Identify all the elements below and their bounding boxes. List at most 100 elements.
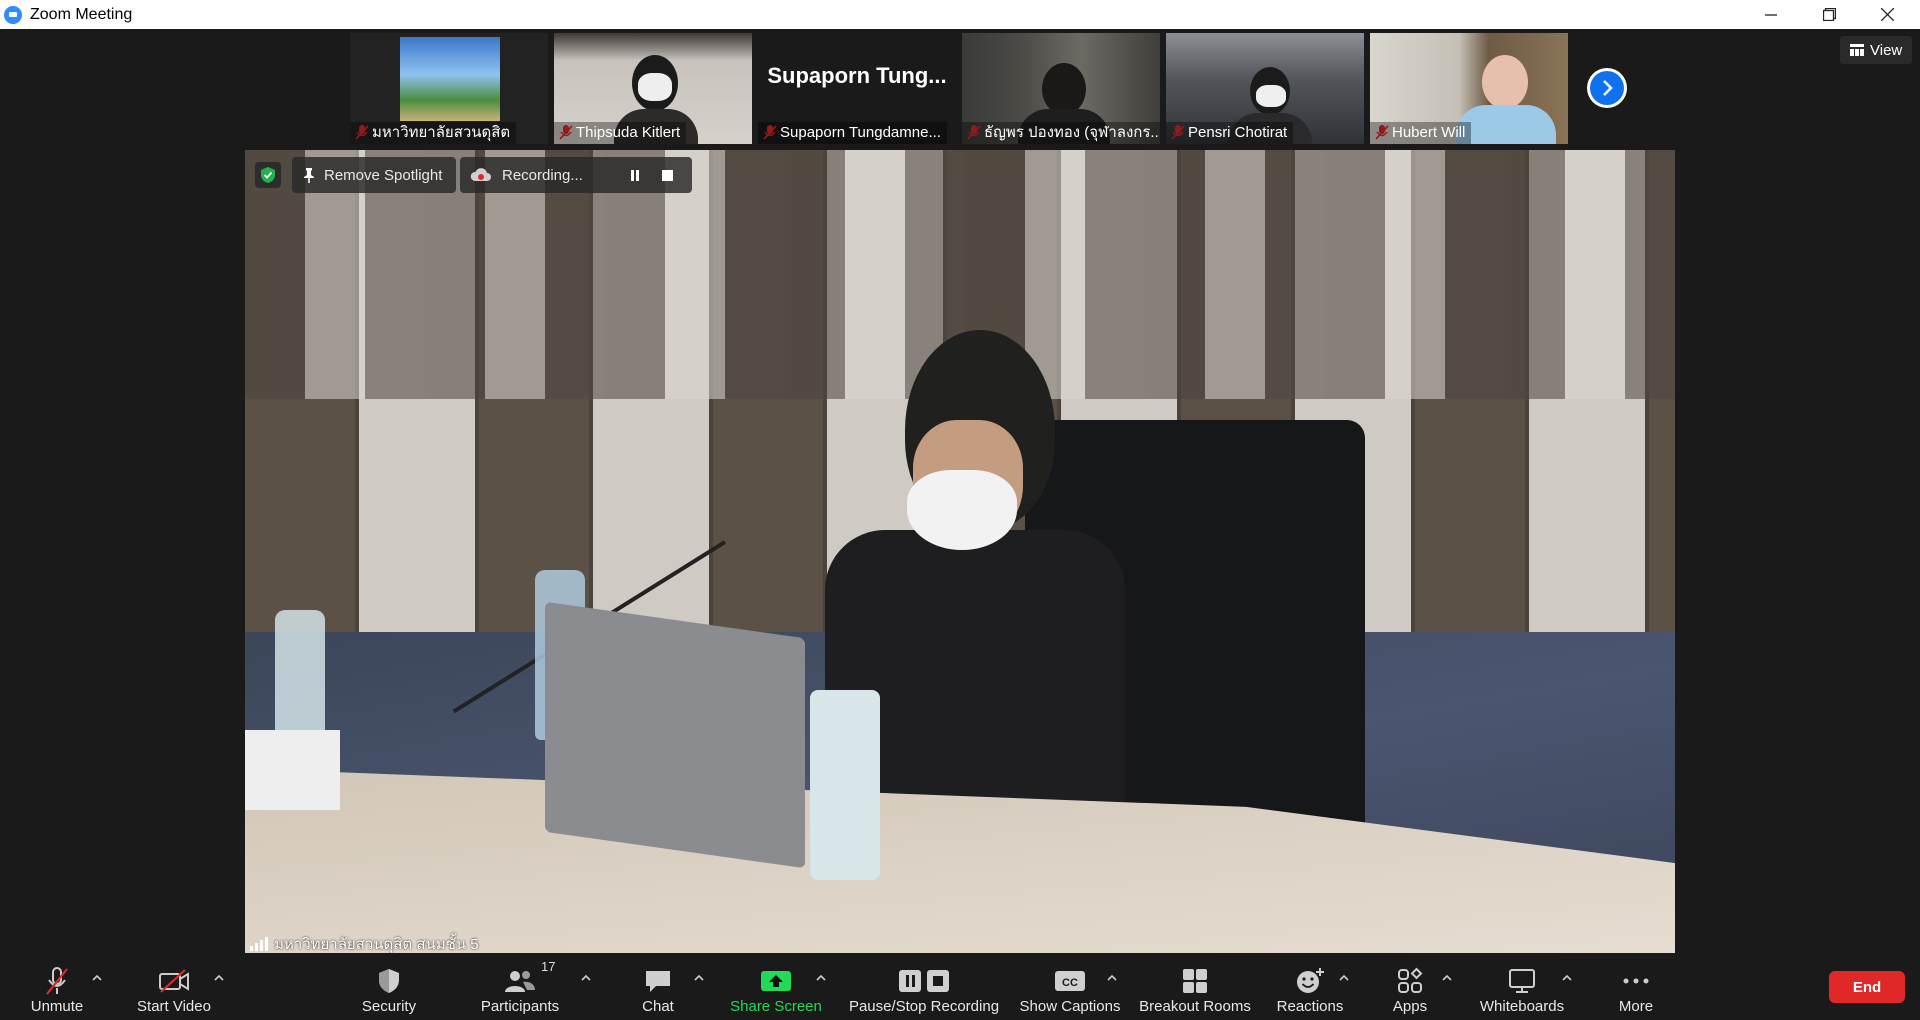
recording-label: Recording... — [502, 166, 583, 184]
participant-name: Pensri Chotirat — [1166, 122, 1294, 144]
remove-spotlight-label: Remove Spotlight — [324, 166, 443, 184]
participant-name: ธัญพร ปองทอง (จุฬาลงกร... — [962, 122, 1160, 144]
view-label: View — [1870, 41, 1903, 59]
chat-options-caret-icon[interactable] — [692, 971, 706, 985]
spotlight-video[interactable] — [245, 150, 1675, 953]
pin-icon — [304, 168, 314, 183]
participant-name: มหาวิทยาลัยสวนดุสิต — [350, 122, 517, 144]
whiteboards-label: Whiteboards — [1479, 998, 1565, 1015]
more-button[interactable]: More — [1614, 953, 1658, 1020]
apps-label: Apps — [1392, 998, 1428, 1015]
close-icon — [1880, 8, 1894, 21]
chat-button[interactable]: Chat — [636, 953, 680, 1020]
pause-stop-recording-icon — [899, 970, 949, 992]
reactions-emoji-icon — [1297, 968, 1324, 993]
participant-head — [1042, 63, 1086, 115]
share-screen-icon — [761, 971, 791, 991]
share-screen-label: Share Screen — [730, 998, 822, 1015]
closed-captions-icon: CC — [1055, 971, 1085, 991]
share-screen-button[interactable]: Share Screen — [726, 953, 826, 1020]
show-captions-button[interactable]: CC Show Captions — [1018, 953, 1122, 1020]
participant-image — [400, 37, 500, 121]
participant-tile[interactable]: Supaporn Tung... Supaporn Tungdamne... — [758, 33, 956, 144]
security-shield-icon — [379, 969, 399, 993]
participant-tile[interactable]: Thipsuda Kitlert — [554, 33, 752, 144]
chat-label: Chat — [642, 998, 674, 1015]
whiteboards-options-caret-icon[interactable] — [1560, 971, 1574, 985]
video-nameplate — [245, 730, 340, 810]
pause-recording-button[interactable] — [625, 165, 645, 185]
zoom-logo-icon — [4, 5, 22, 24]
recording-indicator: Recording... — [460, 157, 692, 193]
unmute-button[interactable]: Unmute — [26, 953, 88, 1020]
stop-icon — [661, 169, 673, 181]
unmute-label: Unmute — [30, 998, 84, 1015]
face-mask — [638, 73, 672, 101]
next-page-button[interactable] — [1587, 68, 1627, 108]
participant-name: Supaporn Tungdamne... — [758, 122, 947, 144]
participant-tile[interactable]: ธัญพร ปองทอง (จุฬาลงกร... — [962, 33, 1160, 144]
start-video-button[interactable]: Start Video — [134, 953, 214, 1020]
security-button[interactable]: Security — [356, 953, 422, 1020]
show-captions-label: Show Captions — [1019, 998, 1121, 1015]
restore-icon — [1822, 8, 1836, 21]
video-tumbler — [810, 690, 880, 880]
pause-stop-recording-label: Pause/Stop Recording — [848, 998, 1000, 1015]
more-label: More — [1618, 998, 1654, 1015]
participant-display-name: Supaporn Tung... — [767, 63, 947, 88]
participants-options-caret-icon[interactable] — [579, 971, 593, 985]
reactions-button[interactable]: Reactions — [1274, 953, 1346, 1020]
start-video-label: Start Video — [137, 998, 211, 1015]
breakout-rooms-button[interactable]: Breakout Rooms — [1138, 953, 1252, 1020]
close-button[interactable] — [1858, 0, 1916, 29]
apps-button[interactable]: Apps — [1390, 953, 1430, 1020]
end-meeting-button[interactable]: End — [1829, 971, 1905, 1003]
video-bottle — [275, 610, 325, 740]
share-options-caret-icon[interactable] — [814, 971, 828, 985]
apps-icon — [1398, 967, 1423, 993]
pause-stop-recording-button[interactable]: Pause/Stop Recording — [846, 953, 1002, 1020]
whiteboards-button[interactable]: Whiteboards — [1474, 953, 1570, 1020]
whiteboard-icon — [1509, 969, 1535, 993]
breakout-rooms-label: Breakout Rooms — [1139, 998, 1251, 1015]
muted-microphone-icon — [46, 967, 68, 995]
remove-spotlight-button[interactable]: Remove Spotlight — [292, 157, 456, 193]
reactions-label: Reactions — [1276, 998, 1344, 1015]
participant-tile[interactable]: มหาวิทยาลัยสวนดุสิต — [350, 33, 548, 144]
breakout-rooms-icon — [1183, 969, 1207, 993]
participants-label: Participants — [480, 998, 560, 1015]
meeting-toolbar: Unmute Start Video Security Participants… — [0, 953, 1920, 1020]
cloud-recording-icon — [470, 168, 491, 181]
participant-tile[interactable]: Pensri Chotirat — [1166, 33, 1364, 144]
security-shield-icon[interactable] — [255, 162, 281, 188]
video-laptop — [545, 601, 805, 869]
minimize-icon — [1765, 13, 1777, 16]
stop-recording-button[interactable] — [657, 165, 677, 185]
security-label: Security — [361, 998, 417, 1015]
participant-name: Hubert Will — [1370, 122, 1472, 144]
video-off-icon — [159, 969, 189, 993]
window-title: Zoom Meeting — [30, 5, 133, 23]
svg-text:CC: CC — [1062, 977, 1078, 989]
face-mask — [1256, 85, 1286, 107]
participants-icon — [505, 971, 535, 992]
pause-icon — [631, 169, 639, 181]
title-bar: Zoom Meeting — [0, 0, 1920, 29]
participant-strip: มหาวิทยาลัยสวนดุสิต Thipsuda Kitlert Sup… — [0, 29, 1920, 149]
grid-view-icon — [1850, 44, 1864, 56]
minimize-button[interactable] — [1742, 0, 1800, 29]
audio-options-caret-icon[interactable] — [90, 971, 104, 985]
captions-options-caret-icon[interactable] — [1105, 971, 1119, 985]
participants-count: 17 — [541, 959, 556, 974]
participant-name: Thipsuda Kitlert — [554, 122, 687, 144]
video-options-caret-icon[interactable] — [212, 971, 226, 985]
apps-options-caret-icon[interactable] — [1440, 971, 1454, 985]
more-dots-icon — [1623, 978, 1649, 984]
signal-strength-icon — [250, 937, 268, 951]
chevron-right-icon — [1603, 80, 1613, 96]
participant-tile[interactable]: Hubert Will — [1370, 33, 1568, 144]
reactions-options-caret-icon[interactable] — [1337, 971, 1351, 985]
view-button[interactable]: View — [1840, 36, 1913, 64]
participant-head — [1482, 55, 1528, 109]
restore-button[interactable] — [1800, 0, 1858, 29]
